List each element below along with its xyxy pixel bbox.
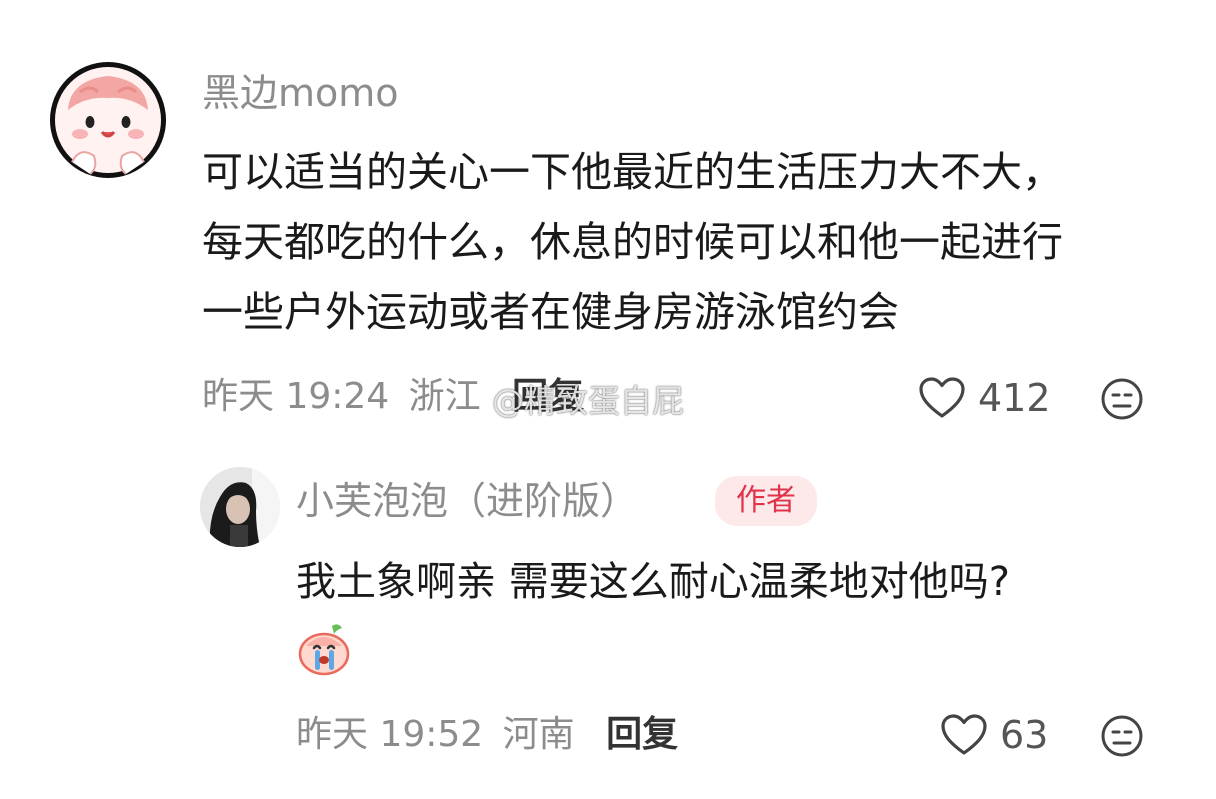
comment-text-line: 一些户外运动或者在健身房游泳馆约会 — [202, 288, 899, 336]
reply-button[interactable]: 回复 — [606, 714, 678, 755]
comment-time: 昨天 19:52 — [296, 714, 484, 755]
author-badge: 作者 — [715, 476, 817, 526]
comment-location: 河南 — [502, 714, 575, 755]
comment-meta: 昨天 19:24 浙江 回复 — [202, 372, 584, 422]
like-button[interactable]: 412 — [918, 374, 1051, 422]
heart-icon — [941, 714, 987, 755]
comment-username[interactable]: 小芙泡泡（进阶版） — [296, 476, 638, 526]
comment-text-line: 每天都吃的什么，休息的时候可以和他一起进行 — [202, 218, 1063, 266]
reply-button[interactable]: 回复 — [512, 376, 584, 417]
like-count: 412 — [978, 376, 1051, 420]
dislike-button[interactable] — [1100, 377, 1144, 421]
crying-peach-sticker-icon — [296, 620, 352, 676]
heart-icon — [919, 377, 965, 418]
user-avatar[interactable] — [50, 62, 166, 178]
pink-bun-avatar-icon — [55, 67, 161, 175]
comment-item-main: 黑边momo 可以适当的关心一下他最近的生活压力大不大， 每天都吃的什么，休息的… — [0, 0, 1216, 440]
comment-item-reply: 小芙泡泡（进阶版） 作者 我土象啊亲 需要这么耐心温柔地对他吗? 昨天 19:5… — [0, 440, 1216, 799]
photo-avatar-icon — [200, 467, 280, 547]
comment-text-line: 可以适当的关心一下他最近的生活压力大不大， — [202, 148, 1063, 196]
like-count: 63 — [1000, 713, 1049, 757]
comment-text: 我土象啊亲 需要这么耐心温柔地对他吗? — [296, 559, 1010, 605]
like-button[interactable]: 63 — [940, 711, 1048, 759]
neutral-face-icon — [1101, 715, 1143, 757]
comment-time: 昨天 19:24 — [202, 376, 390, 417]
comment-location: 浙江 — [408, 376, 481, 417]
user-avatar[interactable] — [200, 467, 280, 547]
dislike-button[interactable] — [1100, 714, 1144, 758]
comment-username[interactable]: 黑边momo — [202, 68, 399, 118]
neutral-face-icon — [1101, 378, 1143, 420]
comment-meta: 昨天 19:52 河南 回复 — [296, 710, 678, 760]
